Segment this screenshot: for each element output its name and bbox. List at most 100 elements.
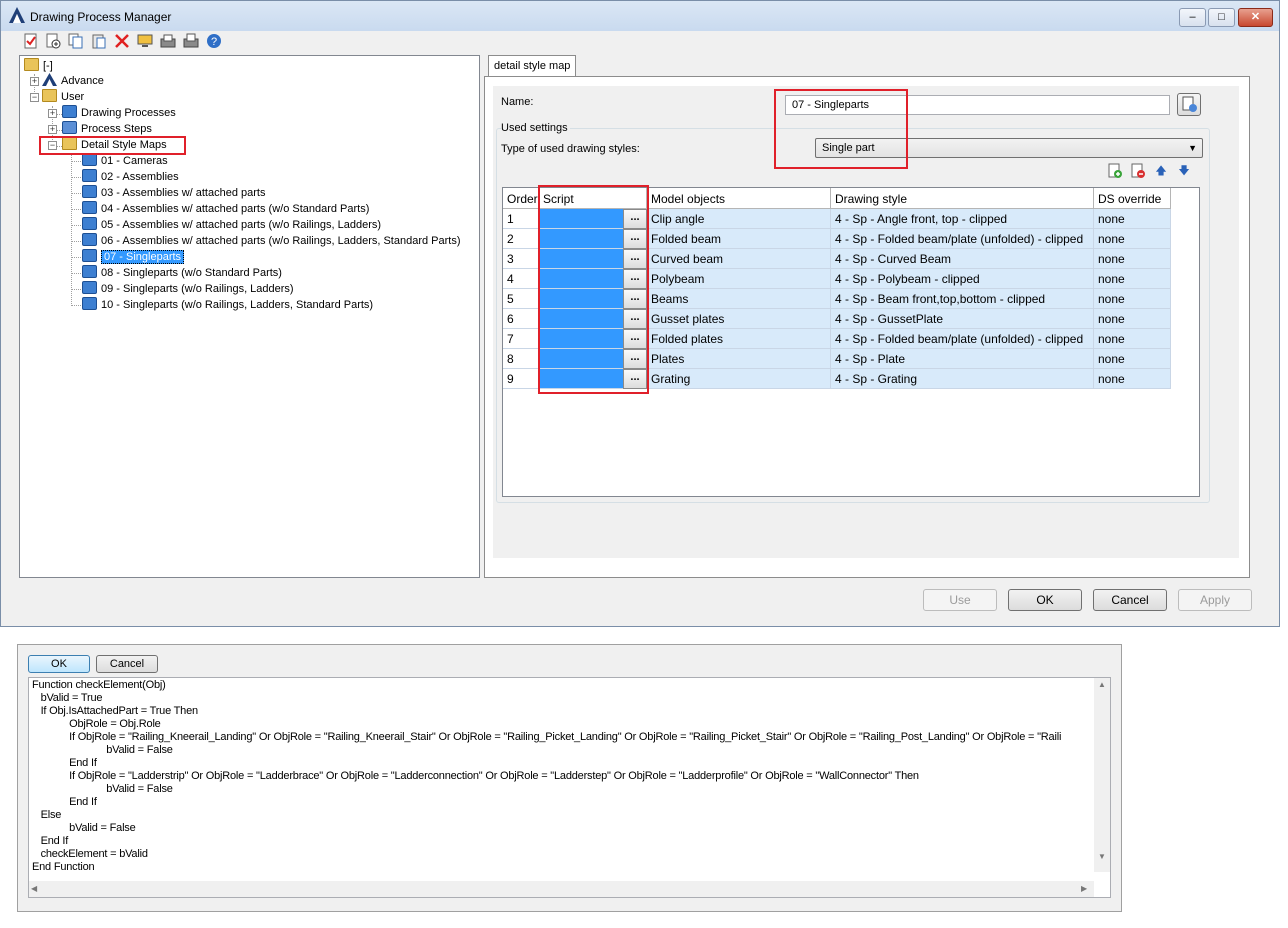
column-header-order[interactable]: Order <box>503 188 539 209</box>
ds-override-cell[interactable]: none <box>1094 309 1171 329</box>
drawing-style-cell[interactable]: 4 - Sp - Beam front,top,bottom - clipped <box>831 289 1094 309</box>
editor-cancel-button[interactable]: Cancel <box>96 655 158 673</box>
tree-item-process-steps[interactable]: Process Steps <box>62 121 152 137</box>
ds-override-cell[interactable]: none <box>1094 349 1171 369</box>
paste-icon[interactable] <box>91 33 107 49</box>
copy-icon[interactable] <box>68 33 84 49</box>
drawing-style-cell[interactable]: 4 - Sp - Folded beam/plate (unfolded) - … <box>831 229 1094 249</box>
move-down-icon[interactable]: 🡇 <box>1176 163 1192 179</box>
tree-map-item[interactable]: 08 - Singleparts (w/o Standard Parts) <box>82 265 282 281</box>
help-icon[interactable]: ? <box>206 33 222 49</box>
drawing-style-cell[interactable]: 4 - Sp - Plate <box>831 349 1094 369</box>
ds-override-cell[interactable]: none <box>1094 289 1171 309</box>
order-cell[interactable]: 4 <box>503 269 539 289</box>
model-object-cell[interactable]: Gusset plates <box>647 309 831 329</box>
scroll-up-icon[interactable]: ▲ <box>1098 680 1106 689</box>
order-cell[interactable]: 3 <box>503 249 539 269</box>
tree-item-drawing-processes[interactable]: Drawing Processes <box>62 105 176 121</box>
code-line: Else <box>32 809 62 821</box>
editor-ok-button[interactable]: OK <box>28 655 90 673</box>
apply-button[interactable]: Apply <box>1178 589 1252 611</box>
horizontal-scrollbar[interactable]: ◀ ▶ <box>29 881 1094 897</box>
model-object-cell[interactable]: Plates <box>647 349 831 369</box>
collapse-user-toggle[interactable]: − <box>30 93 39 102</box>
order-cell[interactable]: 9 <box>503 369 539 389</box>
scroll-left-icon[interactable]: ◀ <box>31 884 37 893</box>
drawing-style-cell[interactable]: 4 - Sp - Curved Beam <box>831 249 1094 269</box>
move-up-icon[interactable]: 🡅 <box>1153 163 1169 179</box>
model-object-cell[interactable]: Clip angle <box>647 209 831 229</box>
tree-root[interactable]: [-] <box>24 58 53 74</box>
model-object-cell[interactable]: Beams <box>647 289 831 309</box>
scroll-down-icon[interactable]: ▼ <box>1098 852 1106 861</box>
model-object-cell[interactable]: Folded beam <box>647 229 831 249</box>
tree-item-user[interactable]: User <box>42 89 84 105</box>
model-object-cell[interactable]: Polybeam <box>647 269 831 289</box>
drawing-style-cell[interactable]: 4 - Sp - GussetPlate <box>831 309 1094 329</box>
ok-button[interactable]: OK <box>1008 589 1082 611</box>
drawing-style-cell[interactable]: 4 - Sp - Angle front, top - clipped <box>831 209 1094 229</box>
ds-override-cell[interactable]: none <box>1094 249 1171 269</box>
model-object-cell[interactable]: Grating <box>647 369 831 389</box>
drawing-style-cell[interactable]: 4 - Sp - Polybeam - clipped <box>831 269 1094 289</box>
tab-detail-style-map[interactable]: detail style map <box>488 55 576 77</box>
column-header-ds-override[interactable]: DS override <box>1094 188 1171 209</box>
close-button[interactable]: ✕ <box>1238 8 1273 27</box>
code-line: checkElement = bValid <box>32 848 148 860</box>
model-object-cell[interactable]: Curved beam <box>647 249 831 269</box>
scroll-right-icon[interactable]: ▶ <box>1081 884 1087 893</box>
tree-map-item[interactable]: 03 - Assemblies w/ attached parts <box>82 185 265 201</box>
new-item-icon[interactable] <box>45 33 61 49</box>
tree-map-item[interactable]: 05 - Assemblies w/ attached parts (w/o R… <box>82 217 381 233</box>
minimize-button[interactable]: – <box>1179 8 1206 27</box>
vertical-scrollbar[interactable]: ▲ ▼ <box>1094 678 1110 872</box>
code-line: If ObjRole = "Railing_Kneerail_Landing" … <box>32 731 1062 743</box>
order-cell[interactable]: 1 <box>503 209 539 229</box>
column-header-drawing-style[interactable]: Drawing style <box>831 188 1094 209</box>
code-line: End If <box>32 757 97 769</box>
order-cell[interactable]: 2 <box>503 229 539 249</box>
browse-button[interactable] <box>1177 93 1201 116</box>
name-label: Name: <box>501 96 534 108</box>
order-cell[interactable]: 5 <box>503 289 539 309</box>
tree-map-item[interactable]: 02 - Assemblies <box>82 169 179 185</box>
tree-map-item[interactable]: 10 - Singleparts (w/o Railings, Ladders,… <box>82 297 373 313</box>
tree-map-item[interactable]: 09 - Singleparts (w/o Railings, Ladders) <box>82 281 294 297</box>
drawing-style-cell[interactable]: 4 - Sp - Grating <box>831 369 1094 389</box>
use-button[interactable]: Use <box>923 589 997 611</box>
import-icon[interactable] <box>160 33 176 49</box>
expand-advance-toggle[interactable]: + <box>30 77 39 86</box>
ds-override-cell[interactable]: none <box>1094 229 1171 249</box>
tree-map-item[interactable]: 07 - Singleparts <box>82 249 185 265</box>
tree-item-advance[interactable]: Advance <box>42 73 104 89</box>
maximize-button[interactable]: □ <box>1208 8 1235 27</box>
add-row-icon[interactable] <box>1107 163 1123 179</box>
process-tree[interactable]: [-] + Advance − User + Drawing Processes… <box>19 55 480 578</box>
tree-map-item[interactable]: 01 - Cameras <box>82 153 168 169</box>
order-cell[interactable]: 8 <box>503 349 539 369</box>
drawing-style-cell[interactable]: 4 - Sp - Folded beam/plate (unfolded) - … <box>831 329 1094 349</box>
tree-map-item[interactable]: 06 - Assemblies w/ attached parts (w/o R… <box>82 233 461 249</box>
order-cell[interactable]: 6 <box>503 309 539 329</box>
style-map-icon <box>82 201 97 214</box>
tree-map-item[interactable]: 04 - Assemblies w/ attached parts (w/o S… <box>82 201 369 217</box>
cancel-button[interactable]: Cancel <box>1093 589 1167 611</box>
title-bar[interactable] <box>1 1 1279 31</box>
check-icon[interactable] <box>23 33 39 49</box>
tree-map-item-label: 07 - Singleparts <box>101 250 185 264</box>
ds-override-cell[interactable]: none <box>1094 329 1171 349</box>
ds-override-cell[interactable]: none <box>1094 209 1171 229</box>
monitor-icon[interactable] <box>137 33 153 49</box>
tree-map-item-label: 02 - Assemblies <box>101 171 179 183</box>
ds-override-cell[interactable]: none <box>1094 269 1171 289</box>
expand-process-steps-toggle[interactable]: + <box>48 125 57 134</box>
model-object-cell[interactable]: Folded plates <box>647 329 831 349</box>
script-code-editor[interactable]: Function checkElement(Obj) bValid = True… <box>28 677 1111 898</box>
column-header-model-objects[interactable]: Model objects <box>647 188 831 209</box>
delete-icon[interactable] <box>114 33 130 49</box>
ds-override-cell[interactable]: none <box>1094 369 1171 389</box>
order-cell[interactable]: 7 <box>503 329 539 349</box>
expand-drawing-processes-toggle[interactable]: + <box>48 109 57 118</box>
export-icon[interactable] <box>183 33 199 49</box>
remove-row-icon[interactable] <box>1130 163 1146 179</box>
